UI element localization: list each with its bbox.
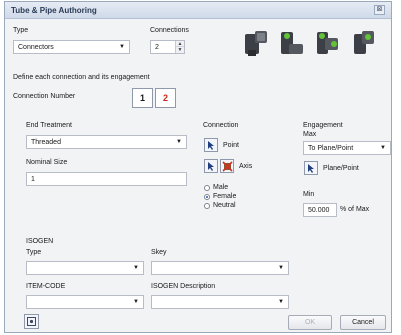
chevron-down-icon: ▼: [278, 299, 284, 305]
axis-label: Axis: [239, 163, 253, 170]
neutral-radio[interactable]: [204, 203, 210, 209]
isogen-type-label: Type: [26, 249, 42, 256]
male-radio[interactable]: [204, 185, 210, 191]
engagement-label: Engagement: [303, 122, 343, 129]
connection-tab-1[interactable]: 1: [132, 88, 153, 108]
chevron-down-icon: ▼: [133, 299, 139, 305]
plane-point-select-button[interactable]: [304, 161, 318, 175]
female-radio[interactable]: [204, 194, 210, 200]
nominal-size-input[interactable]: 1: [26, 172, 187, 186]
axis-select-button[interactable]: [204, 159, 218, 173]
engagement-min-value: 50.000: [308, 207, 330, 214]
type-dropdown[interactable]: Connectors ▼: [13, 40, 130, 54]
neutral-label: Neutral: [213, 202, 236, 209]
connector-image-2: [277, 28, 307, 58]
stepper-down-button[interactable]: ▼: [176, 47, 184, 53]
connector-image-1: [241, 28, 271, 58]
max-label: Max: [303, 131, 317, 138]
isogen-section-label: ISOGEN: [26, 238, 54, 245]
flip-axis-button[interactable]: [220, 159, 234, 173]
connection-label: Connection: [203, 122, 239, 129]
connections-value: 2: [155, 44, 159, 51]
item-code-label: ITEM-CODE: [26, 283, 66, 290]
cursor-icon: [208, 141, 214, 150]
isogen-description-label: ISOGEN Description: [151, 283, 216, 290]
female-label: Female: [213, 193, 237, 200]
point-label: Point: [223, 142, 239, 149]
item-code-dropdown[interactable]: ▼: [26, 295, 144, 309]
point-select-button[interactable]: [204, 138, 218, 152]
nominal-size-label: Nominal Size: [26, 159, 68, 166]
tube-pipe-authoring-dialog: Tube & Pipe Authoring ⊠ Type Connectors …: [4, 1, 392, 333]
stepper-buttons: ▲ ▼: [175, 41, 184, 53]
end-treatment-value: Threaded: [31, 139, 61, 146]
engagement-min-input[interactable]: 50.000: [303, 203, 337, 217]
chevron-down-icon: ▼: [380, 145, 386, 151]
plane-point-label: Plane/Point: [323, 165, 359, 172]
connections-label: Connections: [150, 27, 189, 34]
nominal-size-value: 1: [31, 176, 35, 183]
cancel-button[interactable]: Cancel: [340, 315, 386, 330]
close-button[interactable]: ⊠: [374, 5, 385, 15]
end-treatment-dropdown[interactable]: Threaded ▼: [26, 135, 187, 149]
type-label: Type: [13, 27, 29, 34]
end-treatment-label: End Treatment: [26, 122, 72, 129]
ok-button[interactable]: OK: [288, 315, 332, 330]
connector-image-4: [348, 28, 378, 58]
min-unit-label: % of Max: [340, 206, 370, 213]
help-button[interactable]: [24, 314, 39, 329]
skey-dropdown[interactable]: ▼: [151, 261, 289, 275]
skey-label: Skey: [151, 249, 167, 256]
close-icon: ⊠: [376, 6, 383, 13]
define-connection-text: Define each connection and its engagemen…: [13, 74, 150, 81]
flip-direction-icon: [222, 161, 233, 172]
chevron-down-icon: ▼: [133, 265, 139, 271]
connection-tab-2[interactable]: 2: [155, 88, 176, 108]
connection-number-label: Connection Number: [13, 93, 76, 100]
title-bar: Tube & Pipe Authoring ⊠: [5, 2, 391, 19]
connections-stepper[interactable]: 2 ▲ ▼: [150, 40, 185, 54]
engagement-max-dropdown[interactable]: To Plane/Point ▼: [303, 141, 391, 155]
cursor-icon: [308, 164, 314, 173]
help-icon: [27, 317, 36, 326]
chevron-down-icon: ▼: [278, 265, 284, 271]
type-value: Connectors: [18, 44, 54, 51]
dialog-title: Tube & Pipe Authoring: [11, 6, 97, 15]
connector-image-3: [312, 28, 342, 58]
cursor-icon: [208, 162, 214, 171]
isogen-description-dropdown[interactable]: ▼: [151, 295, 289, 309]
chevron-down-icon: ▼: [119, 44, 125, 50]
chevron-down-icon: ▼: [176, 139, 182, 145]
isogen-type-dropdown[interactable]: ▼: [26, 261, 144, 275]
min-label: Min: [303, 191, 315, 198]
male-label: Male: [213, 184, 229, 191]
engagement-max-value: To Plane/Point: [308, 145, 354, 152]
